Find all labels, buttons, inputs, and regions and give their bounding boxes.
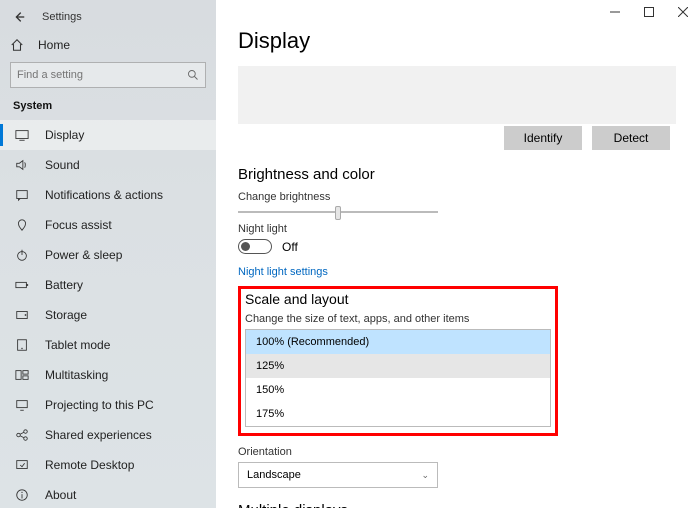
page-title: Display [238, 28, 676, 54]
nav-notifications[interactable]: Notifications & actions [0, 180, 216, 210]
nav-focus[interactable]: Focus assist [0, 210, 216, 240]
nightlight-state: Off [282, 240, 298, 254]
close-button[interactable] [666, 0, 700, 24]
brightness-heading: Brightness and color [238, 166, 676, 183]
battery-icon [13, 278, 31, 292]
nav-label: Power & sleep [45, 248, 122, 262]
scale-label: Change the size of text, apps, and other… [245, 313, 551, 325]
scale-option-100[interactable]: 100% (Recommended) [246, 330, 550, 354]
nav-label: About [45, 488, 76, 502]
notifications-icon [13, 188, 31, 202]
sidebar: Settings Home System Display Sound [0, 0, 216, 508]
nav-power[interactable]: Power & sleep [0, 240, 216, 270]
storage-icon [13, 308, 31, 322]
identify-button[interactable]: Identify [504, 126, 582, 150]
shared-icon [13, 428, 31, 442]
project-icon [13, 398, 31, 412]
display-icon [13, 128, 31, 142]
sound-icon [13, 158, 31, 172]
maximize-button[interactable] [632, 0, 666, 24]
nav-label: Display [45, 128, 84, 142]
nav-sound[interactable]: Sound [0, 150, 216, 180]
slider-thumb[interactable] [335, 206, 341, 220]
nav-shared[interactable]: Shared experiences [0, 420, 216, 450]
orientation-label: Orientation [238, 446, 676, 458]
search-input[interactable] [17, 69, 187, 81]
nav-storage[interactable]: Storage [0, 300, 216, 330]
orientation-select[interactable]: Landscape ⌄ [238, 462, 438, 488]
settings-window: Settings Home System Display Sound [0, 0, 700, 508]
window-controls [598, 0, 700, 24]
nav-display[interactable]: Display [0, 120, 216, 150]
nav-remote[interactable]: Remote Desktop [0, 450, 216, 480]
nav-battery[interactable]: Battery [0, 270, 216, 300]
nav-label: Storage [45, 308, 87, 322]
brightness-slider[interactable] [238, 211, 438, 213]
nightlight-settings-link[interactable]: Night light settings [238, 266, 328, 278]
tablet-icon [13, 338, 31, 352]
app-title: Settings [42, 11, 82, 23]
nav-multitasking[interactable]: Multitasking [0, 360, 216, 390]
multiple-displays-heading: Multiple displays [238, 502, 676, 508]
nav-label: Notifications & actions [45, 188, 163, 202]
nav-label: Multitasking [45, 368, 108, 382]
search-icon [187, 69, 199, 81]
power-icon [13, 248, 31, 262]
scale-option-175[interactable]: 175% [246, 402, 550, 426]
home-label: Home [38, 38, 70, 52]
detect-button[interactable]: Detect [592, 126, 670, 150]
search-box[interactable] [10, 62, 206, 88]
scale-option-150[interactable]: 150% [246, 378, 550, 402]
nav-label: Battery [45, 278, 83, 292]
nightlight-toggle[interactable] [238, 239, 272, 254]
nightlight-label: Night light [238, 223, 676, 235]
chevron-down-icon: ⌄ [421, 470, 429, 481]
about-icon [13, 488, 31, 502]
nav-tablet[interactable]: Tablet mode [0, 330, 216, 360]
brightness-label: Change brightness [238, 191, 676, 203]
back-icon[interactable] [10, 10, 28, 24]
focus-icon [13, 218, 31, 232]
nav-label: Shared experiences [45, 428, 152, 442]
nav-label: Projecting to this PC [45, 398, 154, 412]
minimize-button[interactable] [598, 0, 632, 24]
scale-highlight: Scale and layout Change the size of text… [238, 286, 558, 436]
nav-label: Sound [45, 158, 80, 172]
home-link[interactable]: Home [0, 32, 216, 62]
nav-label: Focus assist [45, 218, 112, 232]
scale-option-125[interactable]: 125% [246, 354, 550, 378]
home-icon [10, 38, 24, 52]
nav-label: Remote Desktop [45, 458, 134, 472]
remote-icon [13, 458, 31, 472]
scale-heading: Scale and layout [245, 291, 551, 307]
nav-list: Display Sound Notifications & actions Fo… [0, 120, 216, 508]
scale-dropdown[interactable]: 100% (Recommended) 125% 150% 175% [245, 329, 551, 427]
section-header: System [0, 100, 216, 120]
toggle-knob [241, 242, 250, 251]
nav-label: Tablet mode [45, 338, 110, 352]
orientation-value: Landscape [247, 469, 301, 481]
nav-projecting[interactable]: Projecting to this PC [0, 390, 216, 420]
multitasking-icon [13, 368, 31, 382]
nav-about[interactable]: About [0, 480, 216, 508]
display-preview: Identify Detect [238, 66, 676, 124]
main-content: Display Identify Detect Brightness and c… [216, 0, 700, 508]
